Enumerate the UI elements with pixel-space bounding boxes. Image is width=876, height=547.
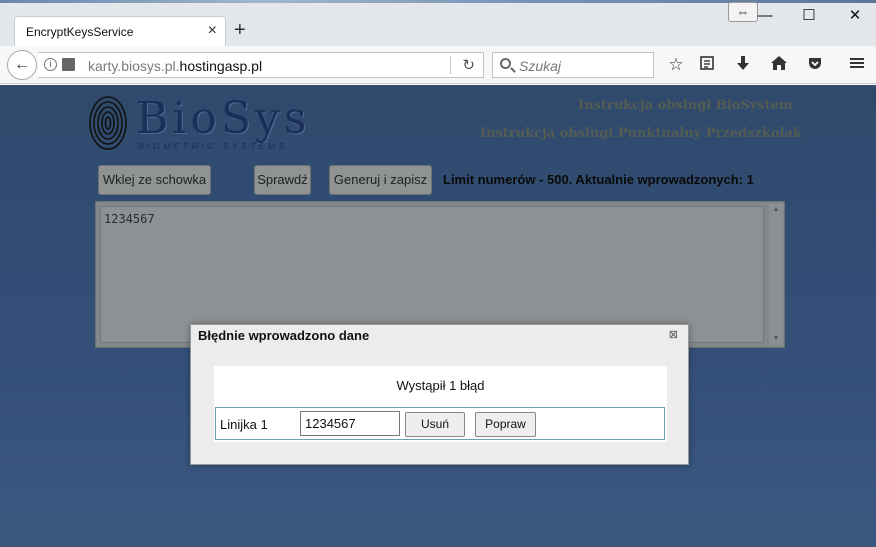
reading-list-icon[interactable] [696,55,718,77]
star-icon[interactable]: ☆ [665,55,687,77]
biosys-logo: BioSys BIOMETRIC SYSTEMS [88,93,318,155]
scroll-down-icon[interactable]: ▼ [769,333,783,345]
browser-titlebar: EncryptKeysService × + ⇔ — ☐ ✕ [0,0,876,46]
link-instrukcja-biosystem[interactable]: Instrukcja obslugi BioSystem [578,98,793,113]
back-arrow-icon: ← [14,56,30,73]
link-instrukcja-przedszkolak[interactable]: Instrukcja obslugi Punktualny Przedszkol… [480,126,802,141]
error-line-input[interactable] [300,411,400,436]
check-button[interactable]: Sprawdź [254,165,311,195]
error-dialog: Błędnie wprowadzono dane ⊠ Wystąpił 1 bł… [190,324,689,465]
textarea-scrollbar[interactable]: ▲ ▼ [769,204,783,345]
error-row: Linijka 1 Usuń Popraw [215,407,665,440]
page-content: BioSys BIOMETRIC SYSTEMS Instrukcja obsl… [0,85,876,547]
error-count-message: Wystąpił 1 błąd [396,378,485,393]
numbers-textarea[interactable]: 1234567 [100,206,764,343]
tab-label: EncryptKeysService [26,25,134,39]
generate-and-save-button[interactable]: Generuj i zapisz [329,165,432,195]
url-domain: hostingasp.pl [179,58,263,74]
limit-text: Limit numerów - 500. Aktualnie wprowadzo… [443,172,754,187]
dialog-body: Wystąpił 1 błąd Linijka 1 Usuń Popraw [214,366,667,442]
url-prefix: karty.biosys.pl. [88,58,180,74]
logo-name: BioSys [136,93,311,144]
download-icon[interactable] [732,55,754,77]
pocket-icon[interactable] [804,55,826,77]
menu-icon[interactable] [846,55,868,77]
browser-navbar: ← i karty.biosys.pl.hostingasp.pl ↻ Szuk… [0,46,876,84]
minimize-button[interactable]: — [745,4,785,28]
fix-button[interactable]: Popraw [475,412,536,437]
delete-button[interactable]: Usuń [405,412,465,437]
maximize-button[interactable]: ☐ [789,4,829,28]
fingerprint-icon [89,96,127,150]
page-icon [62,58,75,71]
search-icon [500,58,511,69]
dialog-close-icon[interactable]: ⊠ [669,328,678,341]
reload-icon[interactable]: ↻ [462,56,475,74]
home-icon[interactable] [768,55,790,77]
url-bar[interactable]: i karty.biosys.pl.hostingasp.pl ↻ [38,52,484,78]
tab-encryptkeysservice[interactable]: EncryptKeysService × [14,16,226,46]
url-separator [450,56,451,74]
tab-close-icon[interactable]: × [208,22,217,40]
url-text[interactable]: karty.biosys.pl.hostingasp.pl [88,58,262,74]
search-placeholder: Szukaj [519,58,562,74]
error-line-label: Linijka 1 [220,417,268,432]
scroll-up-icon[interactable]: ▲ [769,204,783,216]
new-tab-button[interactable]: + [234,19,246,41]
info-icon[interactable]: i [44,58,57,71]
logo-subtitle: BIOMETRIC SYSTEMS [138,141,288,151]
search-bar[interactable]: Szukaj [492,52,654,78]
back-button[interactable]: ← [7,50,37,80]
close-window-button[interactable]: ✕ [835,4,875,28]
paste-from-clipboard-button[interactable]: Wklej ze schowka [98,165,211,195]
dialog-title: Błędnie wprowadzono dane [198,328,370,343]
